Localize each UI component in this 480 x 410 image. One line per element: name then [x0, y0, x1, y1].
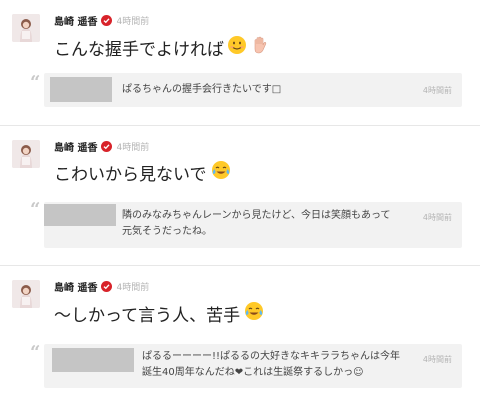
reply-text: ぱるちゃんの握手会行きたいです□	[122, 82, 281, 98]
author-row: 島崎 遥香 4時間前	[54, 279, 150, 294]
smiling-face-icon	[227, 35, 247, 60]
post-message-text: こんな握手でよければ	[54, 39, 224, 60]
author-name[interactable]: 島崎 遥香	[54, 139, 97, 154]
author-name[interactable]: 島崎 遥香	[54, 13, 97, 28]
reply-text-line: 元気そうだったね。	[122, 226, 212, 237]
reply-text-suffix: □	[271, 84, 282, 95]
reply-box[interactable]: ぱるるーーーー!!ぱるるの大好きなキキララちゃんは今年 誕生40周年なんだね❤こ…	[44, 344, 462, 388]
author-row: 島崎 遥香 4時間前	[54, 139, 150, 154]
raised-hand-icon	[250, 35, 270, 60]
reply-timestamp: 4時間前	[422, 213, 452, 222]
post-message: こんな握手でよければ	[54, 34, 270, 60]
reply-box[interactable]: ぱるちゃんの握手会行きたいです□ 4時間前	[44, 73, 462, 107]
reply-text-line: ぱるるーーーー!!ぱるるの大好きなキキララちゃんは今年	[142, 351, 401, 362]
post-message: 〜しかって言う人、苦手	[54, 300, 265, 326]
avatar[interactable]	[12, 280, 40, 308]
reply-text-main: ぱるちゃんの握手会行きたいです	[122, 84, 272, 95]
reply-text-line: 誕生40周年なんだね❤これは生誕祭するしかっ☺	[142, 367, 364, 378]
post-message-text: こわいから見ないで	[54, 164, 207, 185]
post: 島崎 遥香 4時間前 〜しかって言う人、苦手 “ ぱるるーーーー!!ぱるるの大好…	[0, 266, 480, 410]
quote-icon: “	[30, 342, 41, 363]
post-message: こわいから見ないで	[54, 159, 232, 185]
post: 島崎 遥香 4時間前 こんな握手でよければ “ ぱるちゃんの握手会行きたいです□…	[0, 0, 480, 125]
verified-badge-icon	[101, 14, 113, 26]
post-timestamp: 4時間前	[116, 142, 150, 153]
reply-text: 隣のみなみちゃんレーンから見たけど、今日は笑顔もあって 元気そうだったね。	[122, 208, 391, 240]
post-message-text: 〜しかって言う人、苦手	[54, 305, 241, 326]
post-timestamp: 4時間前	[116, 16, 150, 27]
author-row: 島崎 遥香 4時間前	[54, 13, 150, 28]
quote-icon: “	[30, 199, 41, 220]
avatar[interactable]	[12, 140, 40, 168]
reply-text-line: 隣のみなみちゃんレーンから見たけど、今日は笑顔もあって	[122, 210, 391, 221]
reply-box[interactable]: 隣のみなみちゃんレーンから見たけど、今日は笑顔もあって 元気そうだったね。 4時…	[44, 202, 462, 248]
author-name[interactable]: 島崎 遥香	[54, 279, 97, 294]
reply-user-thumbnail	[44, 204, 116, 226]
reply-text: ぱるるーーーー!!ぱるるの大好きなキキララちゃんは今年 誕生40周年なんだね❤こ…	[142, 349, 400, 381]
post-timestamp: 4時間前	[116, 282, 150, 293]
crying-laughing-face-icon	[210, 160, 232, 185]
post: 島崎 遥香 4時間前 こわいから見ないで “ 隣のみなみちゃんレーンから見たけど…	[0, 126, 480, 265]
crying-laughing-face-icon	[243, 301, 265, 326]
quote-icon: “	[30, 72, 41, 93]
reply-timestamp: 4時間前	[422, 355, 452, 364]
reply-user-thumbnail	[50, 77, 112, 102]
verified-badge-icon	[101, 140, 113, 152]
avatar[interactable]	[12, 14, 40, 42]
verified-badge-icon	[101, 280, 113, 292]
reply-timestamp: 4時間前	[422, 86, 452, 95]
reply-user-thumbnail	[52, 348, 134, 372]
